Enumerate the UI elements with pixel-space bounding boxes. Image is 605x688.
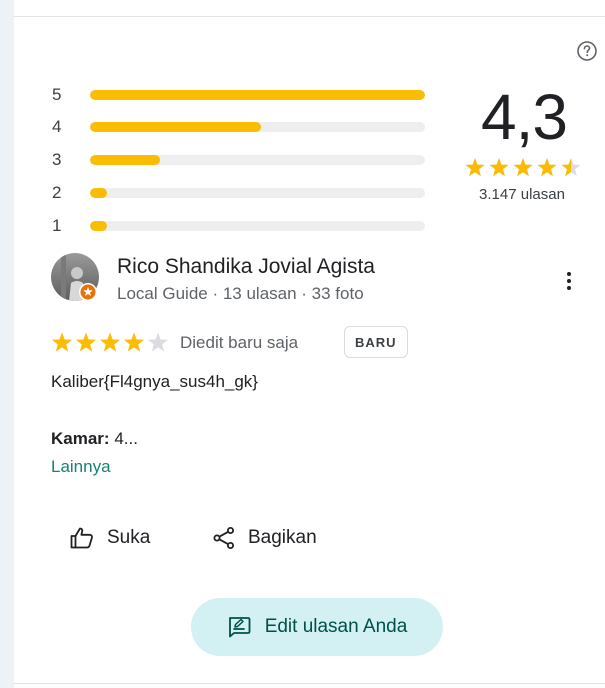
edit-review-label: Edit ulasan Anda: [264, 616, 408, 637]
average-rating: 4,3: [481, 81, 568, 153]
rating-bar-fill: [90, 221, 107, 231]
share-button[interactable]: Bagikan: [212, 522, 317, 554]
rating-bar-label: 2: [52, 183, 62, 202]
more-link[interactable]: Lainnya: [51, 457, 111, 477]
rating-bar-label: 1: [52, 216, 62, 235]
local-guide-badge-icon: [79, 283, 97, 301]
rating-bar-label: 3: [52, 150, 62, 169]
star-icon: [513, 158, 533, 177]
rating-bar-track: [90, 188, 425, 198]
rating-bar-row[interactable]: 5: [52, 86, 432, 104]
star-icon: [561, 158, 581, 177]
average-rating-stars: [465, 158, 581, 177]
author-meta: Local Guide · 13 ulasan · 33 foto: [117, 284, 364, 303]
top-divider: [14, 16, 605, 17]
like-label: Suka: [107, 527, 151, 548]
review-text: Kaliber{Fl4gnya_sus4h_gk}: [51, 372, 258, 391]
author-name[interactable]: Rico Shandika Jovial Agista: [117, 255, 375, 279]
thumb-up-icon: [70, 527, 93, 549]
rating-bar-row[interactable]: 2: [52, 184, 432, 202]
share-label: Bagikan: [248, 527, 317, 548]
more-vert-icon[interactable]: [560, 270, 578, 292]
room-label: Kamar:: [51, 429, 110, 448]
review-count: 3.147 ulasan: [479, 186, 565, 203]
new-badge: BARU: [344, 326, 408, 358]
star-icon: [489, 158, 509, 177]
edited-timestamp: Diedit baru saja: [180, 333, 299, 352]
star-icon: [148, 332, 168, 352]
star-icon: [100, 332, 120, 352]
rating-bar-track: [90, 90, 425, 100]
rating-bar-track: [90, 221, 425, 231]
rating-bar-fill: [90, 155, 161, 165]
rating-bar-row[interactable]: 4: [52, 118, 432, 136]
rating-bar-row[interactable]: 1: [52, 217, 432, 235]
rating-bar-track: [90, 155, 425, 165]
rating-bar-label: 5: [52, 85, 62, 104]
star-icon: [76, 332, 96, 352]
rating-bar-fill: [90, 90, 425, 100]
star-icon: [124, 332, 144, 352]
star-icon: [537, 158, 557, 177]
room-value: 4...: [109, 429, 138, 448]
like-button[interactable]: Suka: [69, 522, 150, 554]
bottom-divider: [14, 683, 605, 684]
review-rating-stars: [52, 332, 168, 352]
edit-review-button[interactable]: Edit ulasan Anda: [191, 598, 443, 656]
rating-bar-row[interactable]: 3: [52, 151, 432, 169]
rating-bar-label: 4: [52, 117, 62, 136]
star-icon: [52, 332, 72, 352]
rating-bar-track: [90, 122, 425, 132]
rating-bar-fill: [90, 122, 261, 132]
left-strip: [0, 0, 14, 688]
help-icon[interactable]: [576, 40, 598, 62]
rate-review-icon: [228, 617, 251, 638]
star-icon: [465, 158, 485, 177]
room-attribute: Kamar: 4...: [51, 429, 138, 449]
share-icon: [213, 527, 234, 549]
rating-bar-fill: [90, 188, 107, 198]
